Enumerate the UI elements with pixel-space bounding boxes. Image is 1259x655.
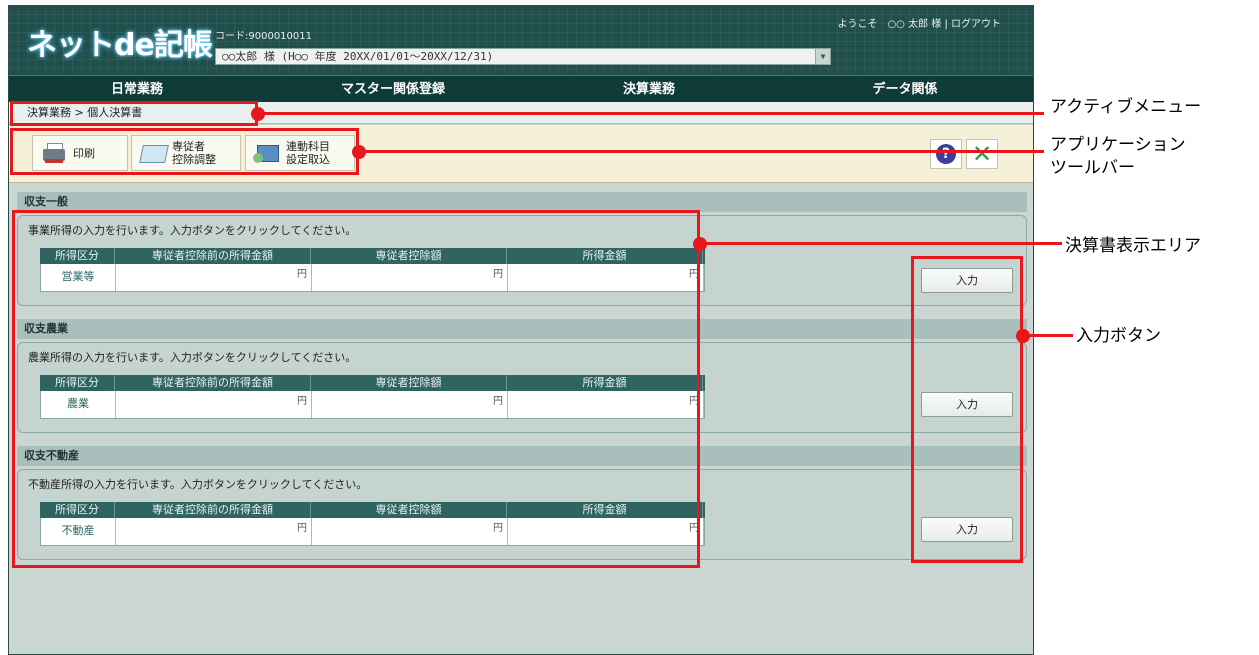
- nav-item-closing[interactable]: 決算業務: [521, 76, 777, 103]
- annotation-display-area: 決算書表示エリア: [1065, 236, 1201, 256]
- nav-item-daily[interactable]: 日常業務: [9, 76, 265, 103]
- input-button-highlight: [911, 256, 1023, 563]
- annotation-active-menu: アクティブメニュー: [1050, 97, 1202, 117]
- annotation-line: [258, 112, 1044, 115]
- close-button[interactable]: ✕: [966, 139, 998, 169]
- annotation-line: [700, 242, 1062, 245]
- help-button[interactable]: ?: [930, 139, 962, 169]
- main-nav: 日常業務 マスター関係登録 決算業務 データ関係: [9, 75, 1033, 103]
- close-icon: ✕: [971, 140, 993, 168]
- nav-item-data[interactable]: データ関係: [777, 76, 1033, 103]
- active-menu-highlight: [10, 101, 258, 126]
- header: ネットde記帳 コード:9000010011 ○○太郎 様 (H○○ 年度 20…: [9, 6, 1033, 75]
- user-period-value: ○○太郎 様 (H○○ 年度 20XX/01/01～20XX/12/31): [222, 50, 494, 63]
- chevron-down-icon[interactable]: ▼: [815, 49, 830, 64]
- user-period-select[interactable]: ○○太郎 様 (H○○ 年度 20XX/01/01～20XX/12/31) ▼: [215, 48, 831, 65]
- code-label: コード:9000010011: [215, 31, 312, 42]
- annotation-input-button: 入力ボタン: [1076, 326, 1161, 346]
- display-area-highlight: [12, 210, 700, 568]
- annotation-line: [1023, 334, 1073, 337]
- annotation-app-toolbar-1: アプリケーション: [1050, 135, 1186, 155]
- section-title: 収支一般: [17, 192, 1027, 212]
- toolbar-highlight: [10, 128, 359, 175]
- help-icon: ?: [936, 144, 956, 164]
- annotation-app-toolbar-2: ツールバー: [1050, 158, 1135, 178]
- greeting-logout[interactable]: ようこそ ○○ 太郎 様 | ログアウト: [837, 15, 1001, 30]
- app-logo: ネットde記帳: [27, 28, 213, 63]
- annotation-line: [359, 150, 1044, 153]
- nav-item-master[interactable]: マスター関係登録: [265, 76, 521, 103]
